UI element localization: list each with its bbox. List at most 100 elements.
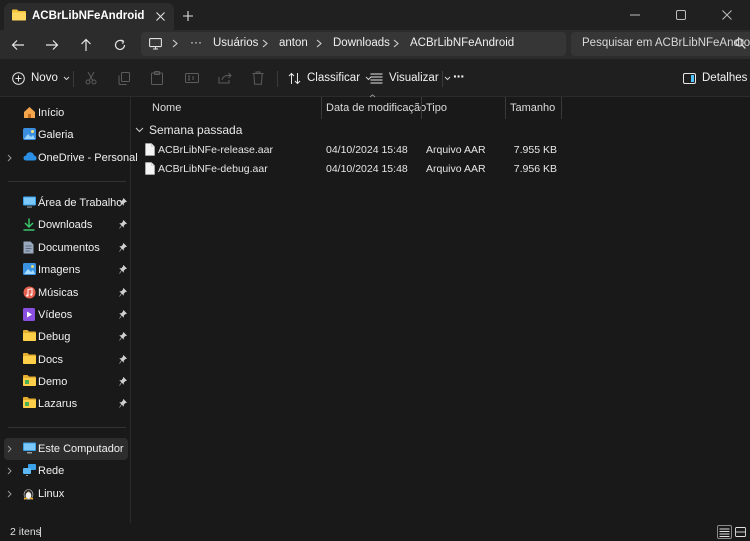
minimize-button[interactable]	[612, 0, 658, 30]
sidebar-divider	[8, 427, 126, 428]
navigation-bar: ··· Usuários anton Downloads ACBrLibNFeA…	[0, 30, 750, 59]
details-pane-label: Detalhes	[702, 72, 748, 84]
breadcrumb-item[interactable]: anton	[279, 37, 308, 49]
breadcrumb-item[interactable]: Usuários	[213, 37, 258, 49]
pin-icon[interactable]	[119, 288, 127, 297]
column-header-type[interactable]: Tipo	[426, 102, 447, 114]
more-options-button[interactable]: ···	[453, 67, 465, 85]
rename-button[interactable]	[185, 69, 199, 87]
search-icon[interactable]	[735, 38, 746, 49]
sidebar-item-label: Documentos	[38, 242, 100, 254]
sidebar-item-onedrive[interactable]: OneDrive - Personal	[4, 147, 138, 169]
sidebar-item-label: OneDrive - Personal	[38, 152, 138, 164]
sidebar-item-music[interactable]: Músicas	[4, 282, 128, 304]
chevron-right-icon[interactable]	[7, 467, 12, 475]
sidebar-item-downloads[interactable]: Downloads	[4, 214, 128, 236]
new-tab-button[interactable]	[180, 8, 196, 24]
copy-button[interactable]	[118, 69, 130, 87]
documents-icon	[23, 241, 34, 254]
sidebar-item-label: Rede	[38, 465, 65, 477]
share-button[interactable]	[218, 69, 232, 87]
close-tab-icon[interactable]	[152, 8, 168, 24]
sidebar-item-label: Imagens	[38, 264, 81, 276]
breadcrumb-item[interactable]: Downloads	[333, 37, 390, 49]
cut-button[interactable]	[85, 69, 97, 87]
group-header[interactable]: Semana passada	[135, 122, 242, 138]
file-type: Arquivo AAR	[426, 144, 486, 156]
pin-icon[interactable]	[119, 355, 127, 364]
table-row[interactable]: ACBrLibNFe-release.aar 04/10/2024 15:48 …	[139, 140, 569, 160]
music-icon	[23, 286, 36, 299]
details-pane-button[interactable]: Detalhes	[683, 69, 747, 87]
group-label: Semana passada	[149, 123, 243, 137]
sidebar-item-lazarus[interactable]: Lazarus	[4, 393, 128, 415]
pin-icon[interactable]	[119, 243, 127, 252]
details-view-icon	[719, 528, 730, 537]
sidebar-item-gallery[interactable]: Galeria	[4, 124, 128, 146]
breadcrumb-item[interactable]: ACBrLibNFeAndroid	[410, 37, 514, 49]
sidebar-item-documents[interactable]: Documentos	[4, 237, 128, 259]
file-type: Arquivo AAR	[426, 163, 486, 175]
pin-icon[interactable]	[119, 332, 127, 341]
column-divider[interactable]	[505, 97, 506, 119]
chevron-right-icon[interactable]	[7, 445, 12, 453]
sidebar-item-demo[interactable]: Demo	[4, 371, 128, 393]
computer-icon	[23, 442, 36, 454]
new-button[interactable]: Novo	[12, 69, 70, 87]
column-divider[interactable]	[321, 97, 322, 119]
sidebar-item-videos[interactable]: Vídeos	[4, 304, 128, 326]
file-icon	[145, 162, 155, 175]
address-bar[interactable]: ··· Usuários anton Downloads ACBrLibNFeA…	[141, 32, 566, 56]
file-size: 7.955 KB	[513, 144, 557, 156]
pin-icon[interactable]	[119, 265, 127, 274]
sidebar-item-label: Downloads	[38, 219, 93, 231]
minimize-icon	[630, 14, 640, 16]
pin-icon[interactable]	[119, 220, 127, 229]
chevron-down-icon	[444, 76, 451, 80]
sidebar-item-docs[interactable]: Docs	[4, 349, 128, 371]
column-divider[interactable]	[421, 97, 422, 119]
pictures-icon	[23, 263, 36, 275]
arrow-right-icon	[46, 40, 59, 50]
column-header-date[interactable]: Data de modificação	[326, 102, 426, 114]
pin-icon[interactable]	[119, 198, 127, 207]
sidebar-item-this-pc[interactable]: Este Computador	[4, 438, 128, 460]
chevron-right-icon[interactable]	[7, 490, 12, 498]
paste-button[interactable]	[151, 69, 163, 87]
pin-icon[interactable]	[119, 399, 127, 408]
up-button[interactable]	[76, 35, 96, 55]
pin-icon[interactable]	[119, 377, 127, 386]
tiles-view-button[interactable]	[733, 525, 748, 539]
sort-button[interactable]: Classificar	[288, 69, 372, 87]
refresh-button[interactable]	[110, 35, 130, 55]
tab-current[interactable]: ACBrLibNFeAndroid	[4, 3, 174, 30]
maximize-button[interactable]	[658, 0, 704, 30]
arrow-up-icon	[81, 38, 91, 51]
sidebar-item-debug[interactable]: Debug	[4, 326, 128, 348]
pin-icon[interactable]	[119, 310, 127, 319]
sidebar-item-linux[interactable]: Linux	[4, 483, 128, 505]
details-view-button[interactable]	[717, 525, 732, 539]
table-row[interactable]: ACBrLibNFe-debug.aar 04/10/2024 15:48 Ar…	[139, 159, 569, 179]
column-header-name[interactable]: Nome	[152, 102, 181, 114]
column-divider[interactable]	[561, 97, 562, 119]
view-button[interactable]: Visualizar	[370, 69, 451, 87]
column-header-size[interactable]: Tamanho	[510, 102, 555, 114]
status-divider	[40, 527, 41, 537]
close-window-button[interactable]	[704, 0, 750, 30]
sidebar-item-network[interactable]: Rede	[4, 460, 128, 482]
search-input[interactable]: Pesquisar em ACBrLibNFeAndroid	[571, 32, 750, 56]
forward-button[interactable]	[42, 35, 62, 55]
sidebar-item-label: Debug	[38, 331, 71, 343]
sidebar-item-desktop[interactable]: Área de Trabalho	[4, 192, 128, 214]
chevron-right-icon[interactable]	[7, 154, 12, 162]
file-icon	[145, 143, 155, 156]
delete-button[interactable]	[252, 69, 264, 87]
sidebar-item-label: Lazarus	[38, 398, 78, 410]
file-date: 04/10/2024 15:48	[326, 163, 408, 175]
back-button[interactable]	[8, 35, 28, 55]
breadcrumb-overflow[interactable]: ···	[190, 35, 202, 49]
sidebar-item-pictures[interactable]: Imagens	[4, 259, 128, 281]
sidebar-item-home[interactable]: Início	[4, 102, 128, 124]
plus-icon	[183, 11, 193, 21]
